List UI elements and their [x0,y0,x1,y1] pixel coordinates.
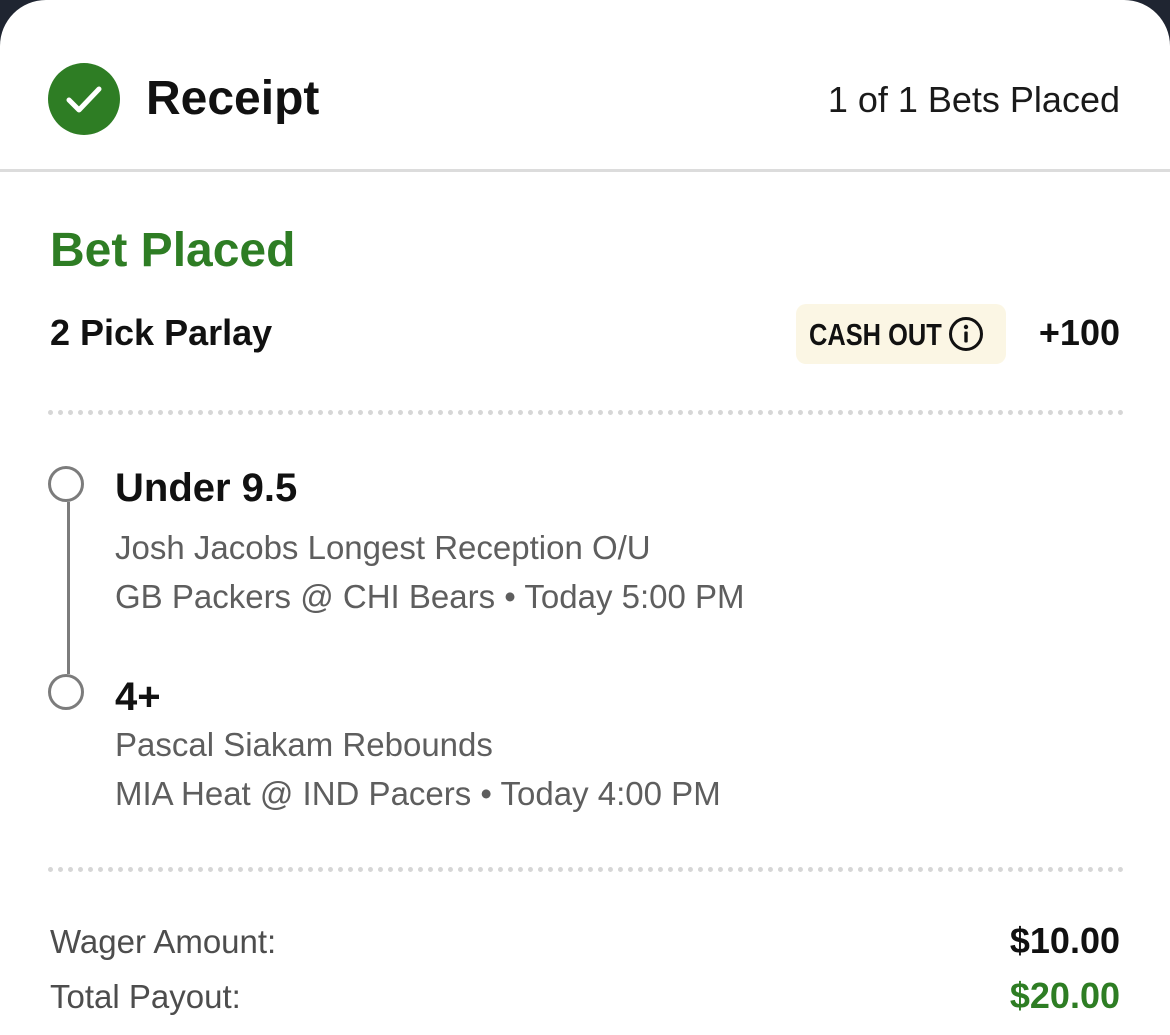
leg-market: Pascal Siakam Rebounds [115,726,493,763]
dotted-divider [48,410,1124,415]
leg-market: Josh Jacobs Longest Reception O/U [115,529,651,566]
circle-outline-icon [48,674,84,710]
info-icon[interactable] [948,316,984,352]
page-title: Receipt [146,72,320,125]
circle-outline-icon [48,466,84,502]
parlay-odds: +100 [1038,312,1120,353]
cash-out-label: CASH OUT [809,317,942,352]
wager-amount-value: $10.00 [1009,920,1120,961]
receipt-header: Receipt 1 of 1 Bets Placed [0,0,1170,172]
bets-placed-count: 1 of 1 Bets Placed [827,79,1120,120]
leg-game-info: MIA Heat @ IND Pacers • Today 4:00 PM [115,775,721,812]
cash-out-button[interactable]: CASH OUT [796,304,1006,364]
receipt-sheet: Receipt 1 of 1 Bets Placed Bet Placed 2 … [0,0,1170,1035]
leg-game-info: GB Packers @ CHI Bears • Today 5:00 PM [115,578,745,615]
bet-status: Bet Placed [50,224,296,277]
wager-amount-label: Wager Amount: [50,923,277,960]
parlay-name: 2 Pick Parlay [50,312,273,353]
check-circle-icon [48,63,120,135]
leg-pick: 4+ [115,675,161,719]
dotted-divider [48,867,1124,872]
leg-pick: Under 9.5 [115,466,298,510]
total-payout-label: Total Payout: [50,978,241,1015]
leg-connector-line [67,502,70,674]
total-payout-value: $20.00 [1009,975,1120,1016]
